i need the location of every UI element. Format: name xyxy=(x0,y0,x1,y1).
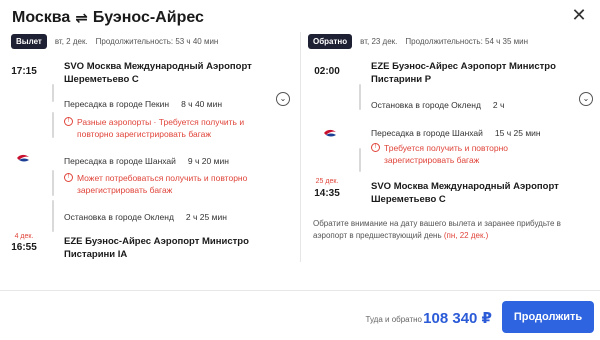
route-line xyxy=(52,200,54,232)
transfer-label: Пересадка в городе Шанхай xyxy=(371,128,483,138)
outbound-transfer2: Пересадка в городе Шанхай 9 ч 20 мин xyxy=(64,156,229,166)
stop-label: Остановка в городе Окленд xyxy=(64,212,174,222)
outbound-stop: Остановка в городе Окленд 2 ч 25 мин xyxy=(64,212,227,222)
stop-duration: 2 ч 25 мин xyxy=(185,212,227,222)
column-divider xyxy=(300,32,301,262)
inbound-badge: Обратно xyxy=(308,33,353,49)
inbound-legbar: Обратно вт, 23 дек. Продолжительность: 5… xyxy=(303,32,600,50)
route-line xyxy=(52,170,54,196)
outbound-date: вт, 2 дек. xyxy=(54,36,88,46)
warning-icon: ! xyxy=(371,143,380,152)
warning-text: Разные аэропорты · Требуется получить и … xyxy=(77,117,245,139)
outbound-dep-airport: SVO Москва Международный Аэропорт Шереме… xyxy=(64,61,252,85)
outbound-transfer1: Пересадка в городе Пекин 8 ч 40 мин xyxy=(64,99,222,109)
route-line xyxy=(52,84,54,102)
stop-duration: 2 ч xyxy=(492,100,505,110)
transfer-duration: 9 ч 20 мин xyxy=(187,156,229,166)
notice-text: Обратите внимание на дату вашего вылета … xyxy=(313,219,561,240)
transfer-duration: 8 ч 40 мин xyxy=(181,99,223,109)
outbound-leg: Вылет вт, 2 дек. Продолжительность: 53 ч… xyxy=(6,32,296,262)
china-eastern-logo xyxy=(324,129,336,137)
warning-icon: ! xyxy=(64,173,73,182)
transfer-duration: 15 ч 25 мин xyxy=(494,128,541,138)
transfer-label: Пересадка в городе Шанхай xyxy=(64,156,176,166)
inbound-leg: Обратно вт, 23 дек. Продолжительность: 5… xyxy=(303,32,600,262)
outbound-arr-time: 16:55 xyxy=(11,242,37,253)
inbound-arr-time: 14:35 xyxy=(314,188,340,199)
route-line xyxy=(52,112,54,138)
destination-city: Буэнос-Айрес xyxy=(92,9,204,26)
inbound-dep-time: 02:00 xyxy=(314,66,340,77)
continue-button[interactable]: Продолжить xyxy=(502,301,594,333)
warning-text: Может потребоваться получить и повторно … xyxy=(77,173,248,195)
inbound-arr-date: 25 дек. xyxy=(315,178,339,185)
route-line xyxy=(359,148,361,172)
inbound-dep-airport: EZE Буэнос-Айрес Аэропорт Министро Писта… xyxy=(371,61,556,85)
footer-bar: Туда и обратно 108 340 ₽ Продолжить xyxy=(0,290,600,340)
inbound-arr-airport: SVO Москва Международный Аэропорт Шереме… xyxy=(371,181,559,205)
inbound-stop: Остановка в городе Окленд 2 ч xyxy=(371,100,504,110)
inbound-duration: Продолжительность: 54 ч 35 мин xyxy=(405,36,529,46)
outbound-arr-date: 4 дек. xyxy=(14,233,34,240)
outbound-legbar: Вылет вт, 2 дек. Продолжительность: 53 ч… xyxy=(6,32,296,50)
flight-details-dialog: Москва ⇌ Буэнос-Айрес ✕ Вылет вт, 2 дек.… xyxy=(0,0,600,340)
outbound-arr-airport: EZE Буэнос-Айрес Аэропорт Министро Писта… xyxy=(64,236,249,260)
outbound-badge: Вылет xyxy=(11,33,47,49)
outbound-transfer1-warning: ! Разные аэропорты · Требуется получить … xyxy=(64,116,269,140)
price-label: Туда и обратно xyxy=(365,315,423,324)
route-line xyxy=(359,84,361,110)
warning-text: Требуется получить и повторно зарегистри… xyxy=(384,143,509,165)
outbound-transfer2-warning: ! Может потребоваться получить и повторн… xyxy=(64,172,269,196)
transfer-label: Пересадка в городе Пекин xyxy=(64,99,170,109)
chevron-down-icon[interactable]: ⌄ xyxy=(579,92,593,106)
inbound-date: вт, 23 дек. xyxy=(360,36,398,46)
total-price: 108 340 ₽ xyxy=(423,310,492,327)
route-header: Москва ⇌ Буэнос-Айрес xyxy=(12,6,204,30)
outbound-dep-time: 17:15 xyxy=(11,66,37,77)
notice-date: (пн, 22 дек.) xyxy=(443,231,489,240)
origin-city: Москва xyxy=(12,9,71,26)
swap-icon: ⇌ xyxy=(75,10,88,27)
stop-label: Остановка в городе Окленд xyxy=(371,100,481,110)
china-eastern-logo xyxy=(17,154,29,162)
date-notice: Обратите внимание на дату вашего вылета … xyxy=(313,218,583,242)
inbound-transfer: Пересадка в городе Шанхай 15 ч 25 мин xyxy=(371,128,541,138)
close-icon[interactable]: ✕ xyxy=(568,4,590,26)
chevron-down-icon[interactable]: ⌄ xyxy=(276,92,290,106)
outbound-duration: Продолжительность: 53 ч 40 мин xyxy=(95,36,219,46)
inbound-transfer-warning: ! Требуется получить и повторно зарегист… xyxy=(371,142,576,166)
warning-icon: ! xyxy=(64,117,73,126)
